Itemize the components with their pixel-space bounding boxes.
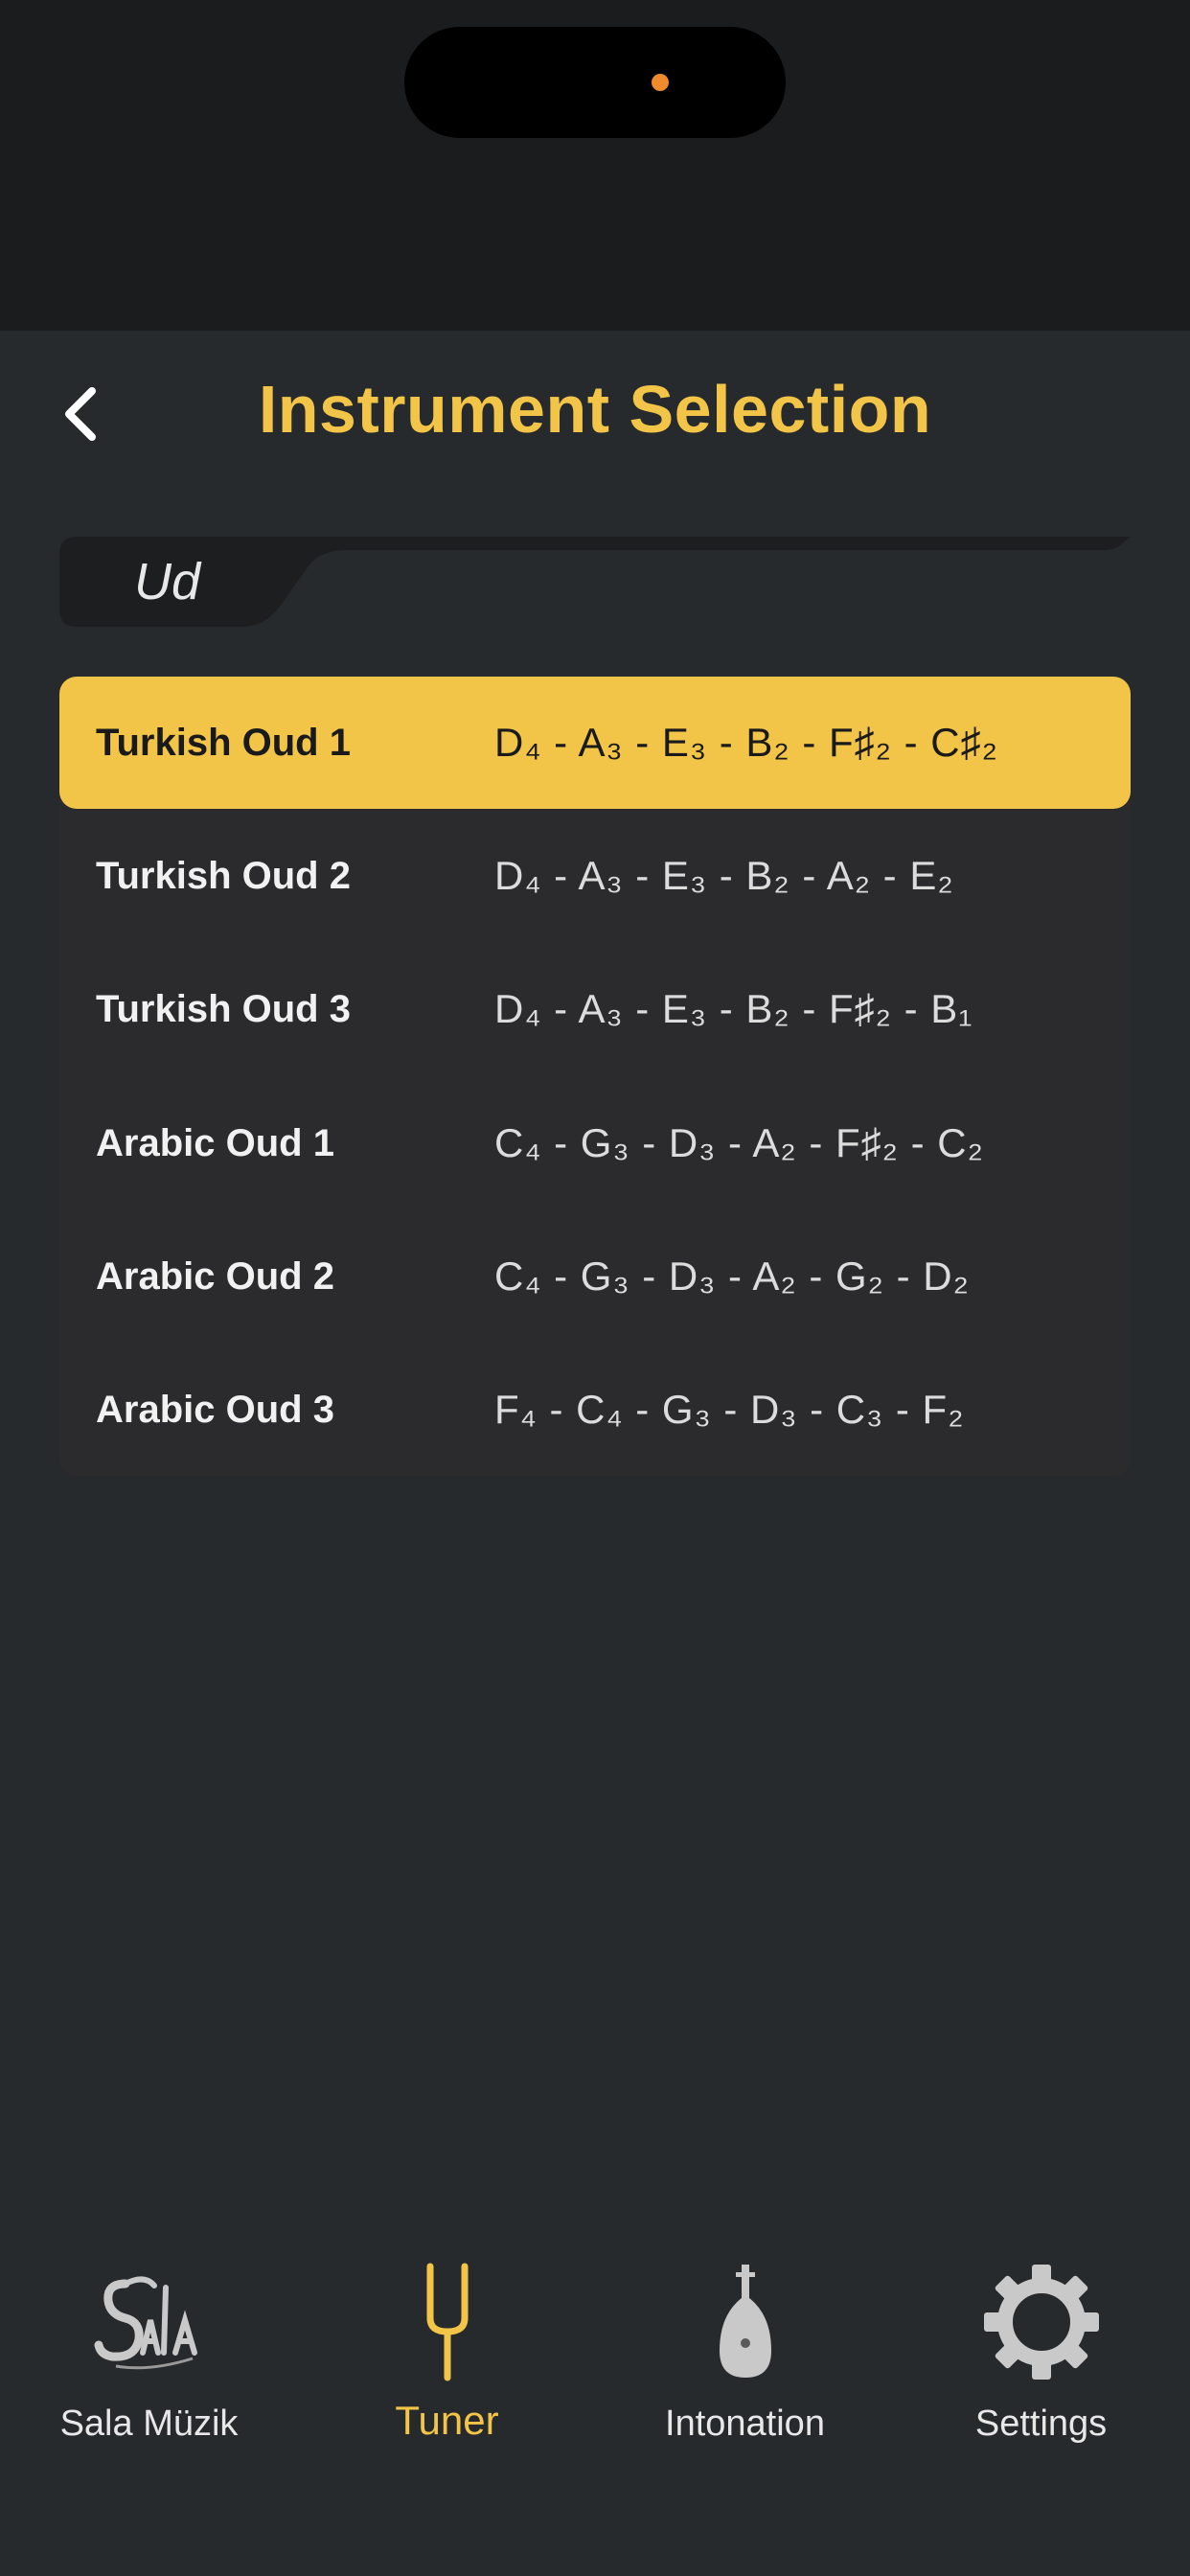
preset-row-arabic-oud-2[interactable]: Arabic Oud 2 C₄ - G₃ - D₃ - A₂ - G₂ - D₂ <box>59 1210 1131 1343</box>
tab-label: Settings <box>974 2404 1108 2444</box>
preset-notes: D₄ - A₃ - E₃ - B₂ - F♯₂ - B₁ <box>494 986 973 1031</box>
instrument-tab-strip: Ud <box>59 535 1131 627</box>
tab-sala-muzik[interactable]: Sala Müzik <box>0 2233 298 2482</box>
privacy-indicator-dot <box>652 74 669 91</box>
preset-name: Turkish Oud 3 <box>96 987 351 1030</box>
tuning-fork-icon <box>298 2260 596 2384</box>
preset-row-turkish-oud-3[interactable]: Turkish Oud 3 D₄ - A₃ - E₃ - B₂ - F♯₂ - … <box>59 943 1131 1075</box>
instrument-tab-ud[interactable]: Ud <box>134 552 200 611</box>
preset-row-arabic-oud-3[interactable]: Arabic Oud 3 F₄ - C₄ - G₃ - D₃ - C₃ - F₂ <box>59 1344 1131 1476</box>
preset-row-arabic-oud-1[interactable]: Arabic Oud 1 C₄ - G₃ - D₃ - A₂ - F♯₂ - C… <box>59 1077 1131 1209</box>
header: Instrument Selection <box>0 331 1190 498</box>
tab-label: Intonation <box>665 2404 825 2444</box>
sala-logo-icon <box>0 2260 298 2384</box>
tab-label: Tuner <box>395 2398 499 2443</box>
oud-icon <box>596 2260 894 2384</box>
preset-notes: F₄ - C₄ - G₃ - D₃ - C₃ - F₂ <box>494 1387 965 1432</box>
preset-notes: C₄ - G₃ - D₃ - A₂ - F♯₂ - C₂ <box>494 1120 984 1165</box>
status-bar <box>0 0 1190 331</box>
preset-row-turkish-oud-1[interactable]: Turkish Oud 1 D₄ - A₃ - E₃ - B₂ - F♯₂ - … <box>59 677 1131 809</box>
dynamic-island <box>404 27 786 138</box>
preset-name: Turkish Oud 2 <box>96 854 351 897</box>
preset-notes: D₄ - A₃ - E₃ - B₂ - F♯₂ - C♯₂ <box>494 720 998 765</box>
tuning-preset-list: Turkish Oud 1 D₄ - A₃ - E₃ - B₂ - F♯₂ - … <box>59 677 1131 1476</box>
preset-notes: C₄ - G₃ - D₃ - A₂ - G₂ - D₂ <box>494 1254 970 1299</box>
preset-notes: D₄ - A₃ - E₃ - B₂ - A₂ - E₂ <box>494 853 954 898</box>
tab-tuner[interactable]: Tuner <box>298 2233 596 2482</box>
gear-icon <box>892 2260 1190 2384</box>
preset-name: Turkish Oud 1 <box>96 721 351 764</box>
preset-name: Arabic Oud 2 <box>96 1254 334 1298</box>
preset-name: Arabic Oud 1 <box>96 1121 334 1164</box>
tab-settings[interactable]: Settings <box>892 2233 1190 2482</box>
preset-row-turkish-oud-2[interactable]: Turkish Oud 2 D₄ - A₃ - E₃ - B₂ - A₂ - E… <box>59 810 1131 942</box>
tab-intonation[interactable]: Intonation <box>596 2233 894 2482</box>
tab-label: Sala Müzik <box>59 2404 239 2444</box>
tab-shape <box>59 537 1131 627</box>
bottom-tab-bar: Sala Müzik Tuner Intonation Settings <box>0 2233 1190 2576</box>
preset-name: Arabic Oud 3 <box>96 1388 334 1431</box>
page-title: Instrument Selection <box>258 372 932 447</box>
